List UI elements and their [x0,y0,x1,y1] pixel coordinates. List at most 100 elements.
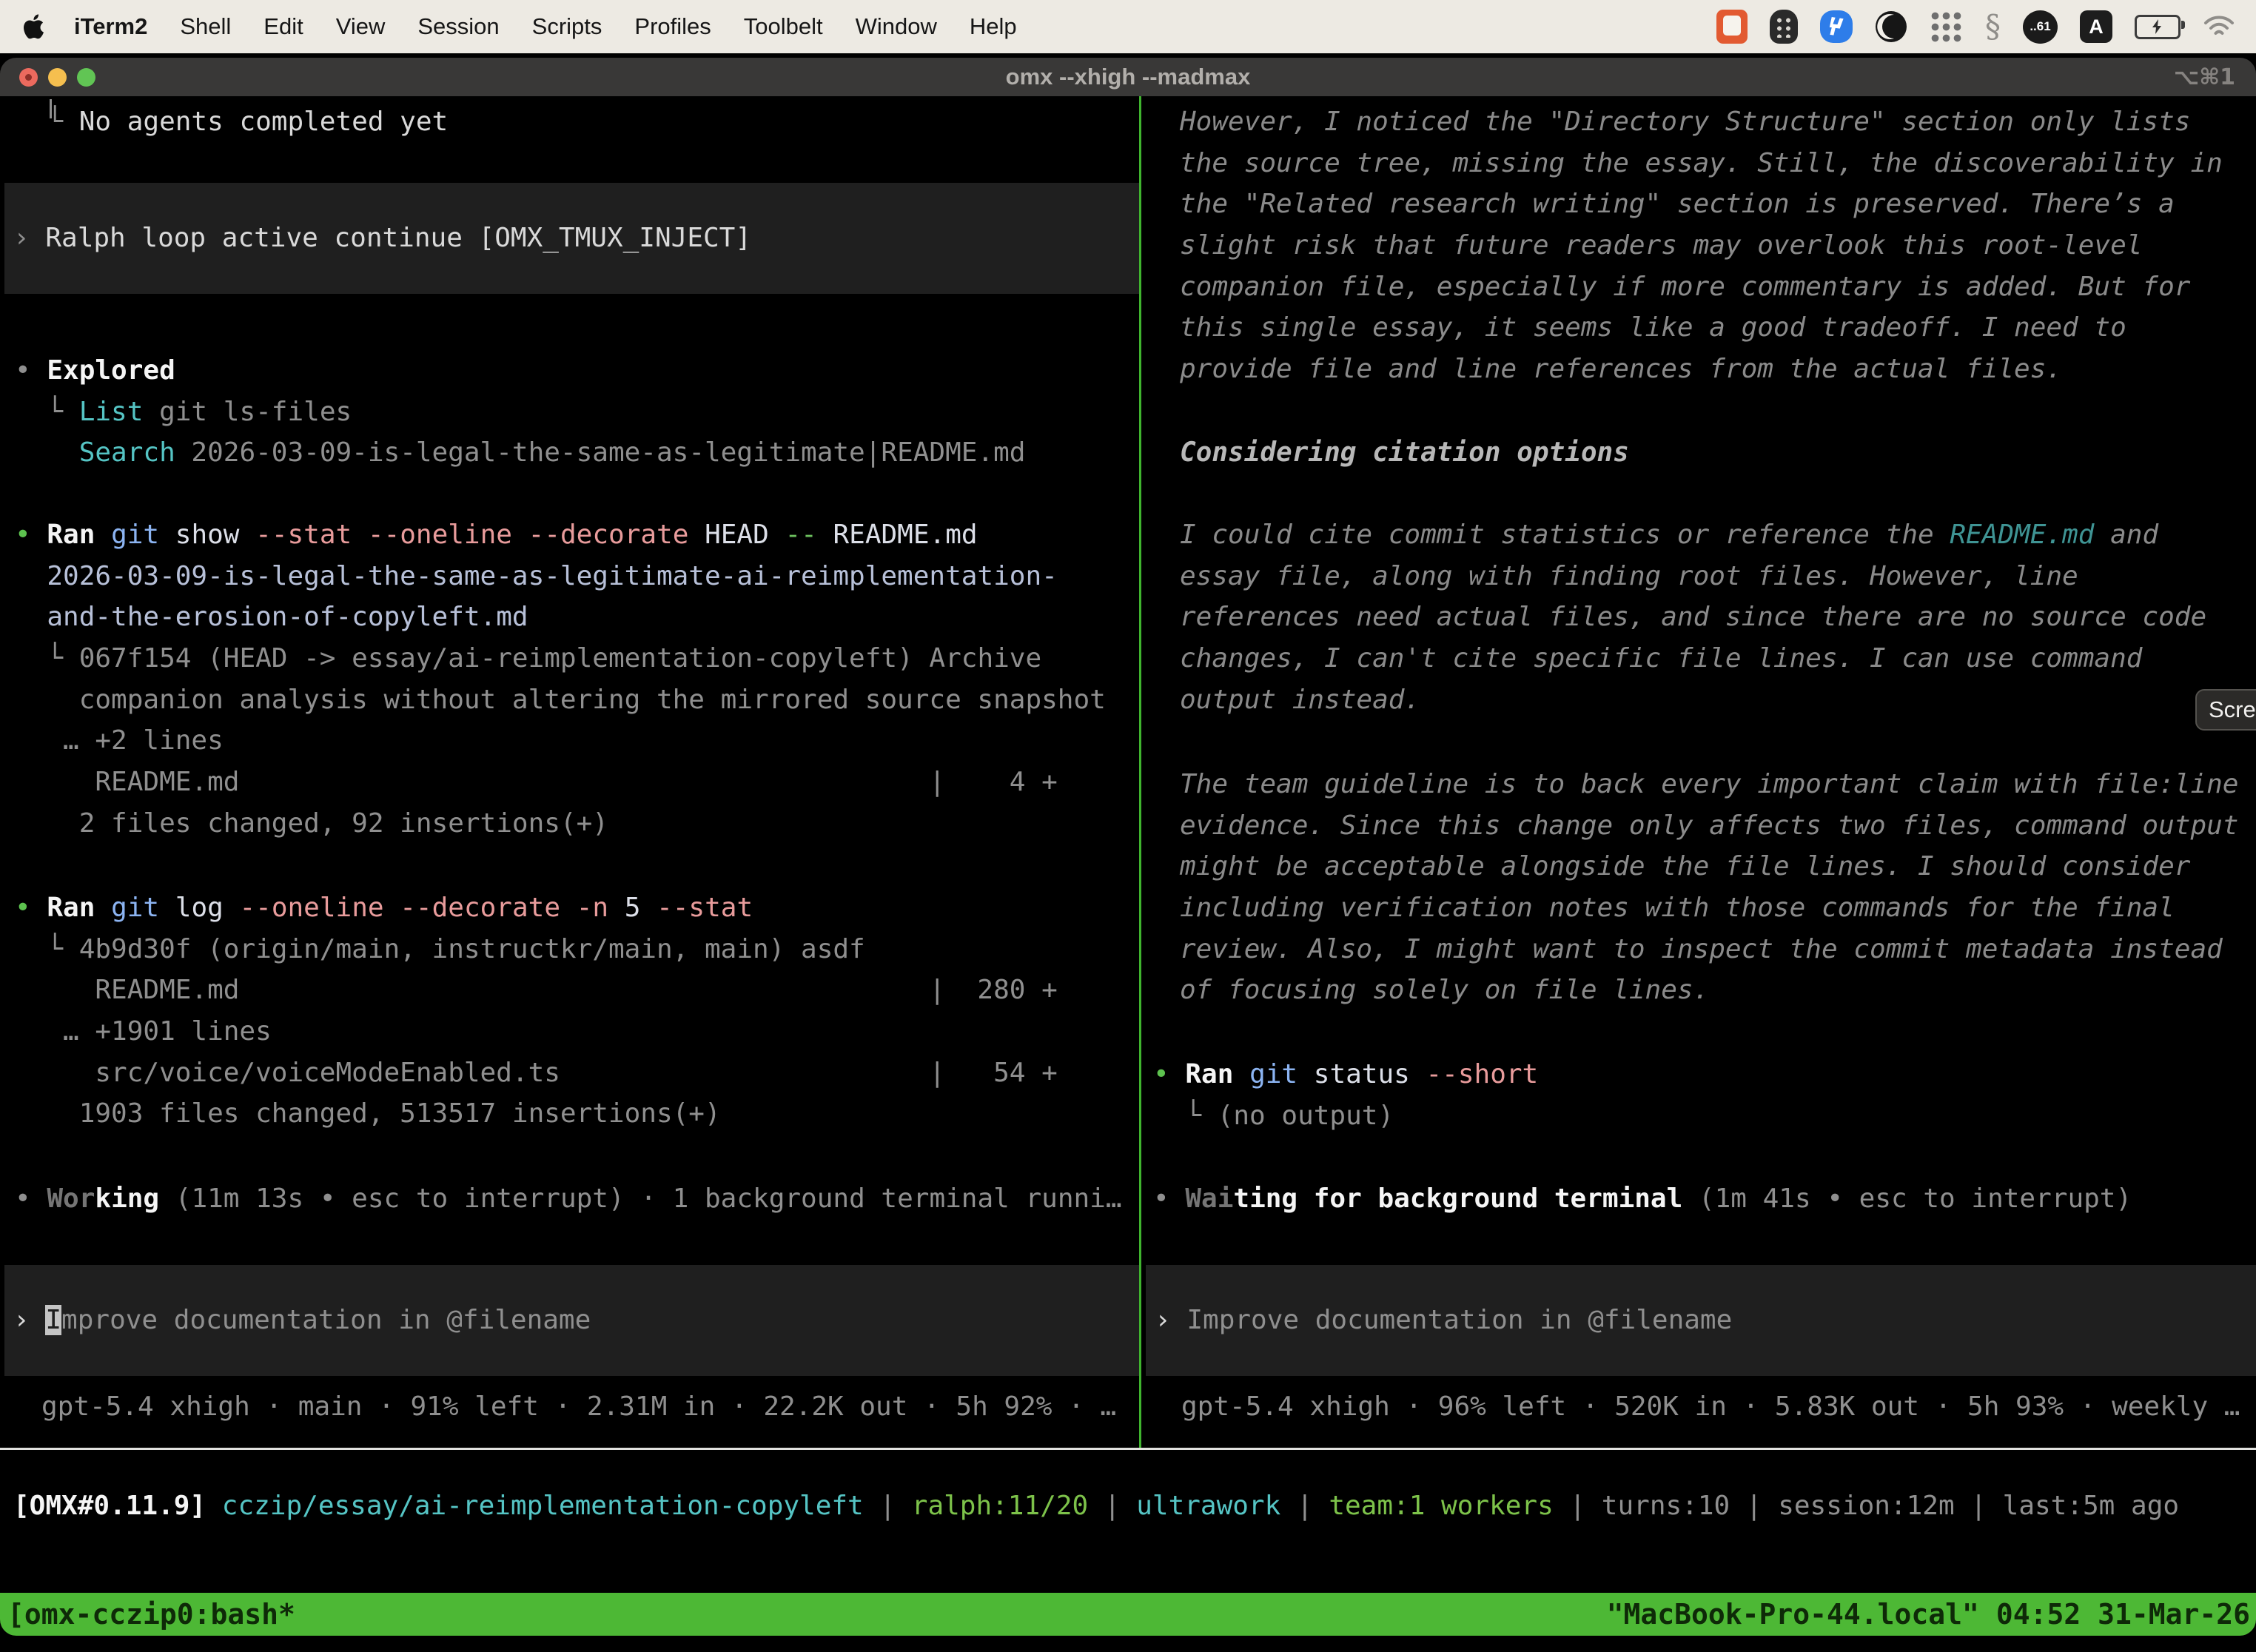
terminal-line: 2 files changed, 92 insertions(+) [15,803,1106,845]
terminal-line: I could cite commit statistics or refere… [1180,514,2206,556]
menu-items: iTerm2ShellEditViewSessionScriptsProfile… [58,13,1033,40]
menu-bar: iTerm2ShellEditViewSessionScriptsProfile… [0,0,2256,53]
terminal-line: • Ran git log --oneline --decorate -n 5 … [15,887,1058,929]
menu-bar-status-icons: § ..61 A [1716,10,2256,44]
pane-divider[interactable] [1139,96,1141,1448]
terminal-line: the "Related research writing" section i… [1180,184,2223,225]
terminal-line: README.md | 4 + [15,762,1106,803]
menu-item-shell[interactable]: Shell [164,13,247,39]
terminal-line: • Ran git show --stat --oneline --decora… [15,514,1106,556]
terminal-line: └ (no output) [1153,1095,1538,1137]
left-pane: └ No agents completed yet › Ralph loop a… [0,96,1139,1448]
pane-bottom-separator [0,1448,2256,1450]
tmux-host-clock-label: "MacBook-Pro-44.local" 04:52 31-Mar-26 [1607,1598,2256,1631]
close-button[interactable] [19,68,38,87]
traffic-lights [19,58,95,96]
menu-item-toolbelt[interactable]: Toolbelt [728,13,839,39]
reasoning-paragraph-2: I could cite commit statistics or refere… [1180,514,2206,720]
battery-icon[interactable] [2135,15,2181,39]
terminal-line: evidence. Since this change only affects… [1180,805,2238,847]
wifi-icon[interactable] [2203,14,2235,39]
menu-item-scripts[interactable]: Scripts [516,13,619,39]
terminal-line: of focusing solely on file lines. [1180,970,2238,1011]
terminal-line: └ 067f154 (HEAD -> essay/ai-reimplementa… [15,638,1106,679]
shield-grid-icon[interactable] [1770,10,1798,44]
terminal-line: the source tree, missing the essay. Stil… [1180,143,2223,184]
battery-percent-icon[interactable]: ..61 [2023,10,2058,44]
terminal-line: However, I noticed the "Directory Struct… [1180,101,2223,143]
menu-item-window[interactable]: Window [839,13,953,39]
menu-bar-left: iTerm2ShellEditViewSessionScriptsProfile… [0,12,1033,41]
window-title: omx --xhigh --madmax [1006,64,1251,90]
terminal-line: • Working (11m 13s • esc to interrupt) ·… [15,1178,1122,1220]
session-stats-right: gpt-5.4 xhigh · 96% left · 520K in · 5.8… [1181,1386,2240,1428]
terminal-line: └ List git ls-files [15,392,1025,433]
menu-item-edit[interactable]: Edit [247,13,319,39]
session-stats-left: gpt-5.4 xhigh · main · 91% left · 2.31M … [41,1386,1116,1428]
terminal-line: 1903 files changed, 513517 insertions(+) [15,1093,1058,1135]
dots-grid-icon[interactable] [1930,10,1963,44]
menu-item-view[interactable]: View [320,13,402,39]
terminal-line: src/voice/voiceModeEnabled.ts | 54 + [15,1052,1058,1094]
screen-share-tooltip[interactable]: Scre [2195,689,2256,731]
explored-section: • Explored └ List git ls-files Search 20… [15,350,1025,474]
terminal-line: … +1901 lines [15,1011,1058,1052]
terminal-line: gpt-5.4 xhigh · main · 91% left · 2.31M … [41,1386,1116,1428]
minimize-button[interactable] [48,68,67,87]
git-show-section: • Ran git show --stat --oneline --decora… [15,514,1106,845]
terminal-content: └ No agents completed yet › Ralph loop a… [0,96,2256,1448]
terminal-line: └ 4b9d30f (origin/main, instructkr/main,… [15,929,1058,970]
terminal-line: 2026-03-09-is-legal-the-same-as-legitima… [15,556,1106,597]
terminal-line: • Ran git status --short [1153,1054,1538,1095]
menu-item-session[interactable]: Session [401,13,515,39]
crescent-app-icon[interactable] [1875,10,1907,43]
inject-prompt-box[interactable]: › Ralph loop active continue [OMX_TMUX_I… [4,183,1139,294]
working-status-line: • Working (11m 13s • esc to interrupt) ·… [15,1178,1122,1220]
blue-badge-icon[interactable] [1820,10,1853,43]
agents-status-line: └ No agents completed yet [15,101,448,143]
terminal-line: slight risk that future readers may over… [1180,225,2223,266]
git-log-section: • Ran git log --oneline --decorate -n 5 … [15,887,1058,1135]
terminal-line: might be acceptable alongside the file l… [1180,846,2238,887]
terminal-line: › Improve documentation in @filename [13,1300,591,1341]
window-shortcut-badge: ⌥⌘1 [2174,64,2235,90]
right-pane: However, I noticed the "Directory Struct… [1146,96,2256,1448]
tmux-session-label: [omx-cczip0:bash* [0,1598,295,1631]
terminal-line: [OMX#0.11.9] cczip/essay/ai-reimplementa… [13,1485,2179,1527]
terminal-line: output instead. [1180,679,2206,721]
terminal-line: this single essay, it seems like a good … [1180,307,2223,349]
tmux-status-bar: [omx-cczip0:bash* "MacBook-Pro-44.local"… [0,1593,2256,1636]
reasoning-paragraph-1: However, I noticed the "Directory Struct… [1180,101,2223,390]
terminal-line: Considering citation options [1180,432,1629,474]
terminal-line: • Explored [15,350,1025,392]
a-app-icon[interactable]: A [2080,10,2112,43]
title-bar: omx --xhigh --madmax ⌥⌘1 [0,58,2256,96]
command-input-right[interactable]: › Improve documentation in @filename [1146,1265,2256,1376]
waiting-status-line: • Waiting for background terminal (1m 41… [1153,1178,2132,1220]
terminal-line: › Ralph loop active continue [OMX_TMUX_I… [13,218,751,259]
apple-menu-icon[interactable] [22,12,47,41]
menu-item-iterm2[interactable]: iTerm2 [58,13,164,39]
menu-item-help[interactable]: Help [953,13,1033,39]
command-input-left[interactable]: › Improve documentation in @filename [4,1265,1139,1376]
terminal-line: companion analysis without altering the … [15,679,1106,721]
reasoning-heading: Considering citation options [1180,432,1629,474]
terminal-line: essay file, along with finding root file… [1180,556,2206,597]
squiggle-icon[interactable]: § [1985,10,2001,43]
omx-status-line: [OMX#0.11.9] cczip/essay/ai-reimplementa… [13,1485,2179,1527]
terminal-line: including verification notes with those … [1180,887,2238,929]
terminal-line: └ No agents completed yet [15,101,448,143]
terminal-line: provide file and line references from th… [1180,349,2223,390]
terminal-line: README.md | 280 + [15,970,1058,1011]
terminal-line: references need actual files, and since … [1180,597,2206,638]
zoom-button[interactable] [77,68,95,87]
chat-app-icon[interactable] [1716,10,1748,44]
terminal-window: omx --xhigh --madmax ⌥⌘1 └ No agents com… [0,58,2256,1636]
terminal-line: companion file, especially if more comme… [1180,266,2223,308]
terminal-line: › Improve documentation in @filename [1155,1300,1732,1341]
git-status-section: • Ran git status --short └ (no output) [1153,1054,1538,1136]
reasoning-paragraph-3: The team guideline is to back every impo… [1180,764,2238,1011]
terminal-line: gpt-5.4 xhigh · 96% left · 520K in · 5.8… [1181,1386,2240,1428]
terminal-line: … +2 lines [15,720,1106,762]
menu-item-profiles[interactable]: Profiles [618,13,727,39]
